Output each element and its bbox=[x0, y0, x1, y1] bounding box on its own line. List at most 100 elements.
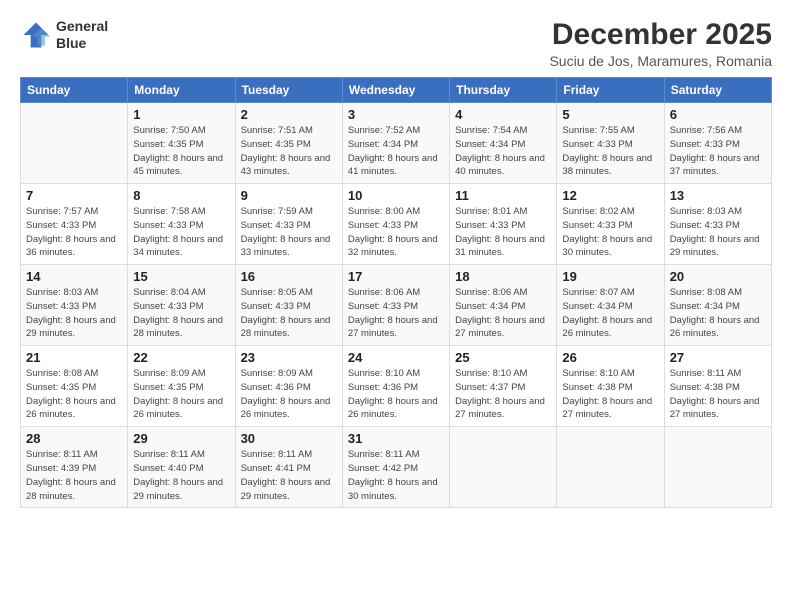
day-number: 17 bbox=[348, 269, 444, 284]
calendar-body: 1 Sunrise: 7:50 AM Sunset: 4:35 PM Daylig… bbox=[21, 103, 772, 508]
week-row: 1 Sunrise: 7:50 AM Sunset: 4:35 PM Daylig… bbox=[21, 103, 772, 184]
calendar-table: Sunday Monday Tuesday Wednesday Thursday… bbox=[20, 77, 772, 508]
day-info: Sunrise: 8:09 AM Sunset: 4:35 PM Dayligh… bbox=[133, 367, 229, 422]
calendar-cell: 20Sunrise: 8:08 AM Sunset: 4:34 PM Dayli… bbox=[664, 265, 771, 346]
day-info: Sunrise: 7:56 AM Sunset: 4:33 PM Dayligh… bbox=[670, 124, 766, 179]
day-info: Sunrise: 7:51 AM Sunset: 4:35 PM Dayligh… bbox=[241, 124, 337, 179]
day-number: 31 bbox=[348, 431, 444, 446]
day-number: 7 bbox=[26, 188, 122, 203]
calendar-cell: 11 Sunrise: 8:01 AM Sunset: 4:33 PM Dayli… bbox=[450, 184, 557, 265]
page: General Blue December 2025 Suciu de Jos,… bbox=[0, 0, 792, 612]
day-number: 19 bbox=[562, 269, 658, 284]
day-number: 27 bbox=[670, 350, 766, 365]
day-info: Sunrise: 8:06 AM Sunset: 4:34 PM Dayligh… bbox=[455, 286, 551, 341]
day-info: Sunrise: 8:11 AM Sunset: 4:39 PM Dayligh… bbox=[26, 448, 122, 503]
day-info: Sunrise: 8:03 AM Sunset: 4:33 PM Dayligh… bbox=[670, 205, 766, 260]
day-info: Sunrise: 7:59 AM Sunset: 4:33 PM Dayligh… bbox=[241, 205, 337, 260]
day-info: Sunrise: 7:52 AM Sunset: 4:34 PM Dayligh… bbox=[348, 124, 444, 179]
day-info: Sunrise: 8:10 AM Sunset: 4:37 PM Dayligh… bbox=[455, 367, 551, 422]
calendar-cell: 25 Sunrise: 8:10 AM Sunset: 4:37 PM Dayli… bbox=[450, 346, 557, 427]
calendar-cell bbox=[664, 427, 771, 508]
day-number: 30 bbox=[241, 431, 337, 446]
col-wednesday: Wednesday bbox=[342, 78, 449, 103]
calendar-cell: 30 Sunrise: 8:11 AM Sunset: 4:41 PM Dayli… bbox=[235, 427, 342, 508]
day-info: Sunrise: 8:02 AM Sunset: 4:33 PM Dayligh… bbox=[562, 205, 658, 260]
calendar-header: Sunday Monday Tuesday Wednesday Thursday… bbox=[21, 78, 772, 103]
col-monday: Monday bbox=[128, 78, 235, 103]
day-info: Sunrise: 7:54 AM Sunset: 4:34 PM Dayligh… bbox=[455, 124, 551, 179]
day-number: 15 bbox=[133, 269, 229, 284]
calendar-cell: 29Sunrise: 8:11 AM Sunset: 4:40 PM Dayli… bbox=[128, 427, 235, 508]
calendar-cell: 10 Sunrise: 8:00 AM Sunset: 4:33 PM Dayli… bbox=[342, 184, 449, 265]
calendar-cell bbox=[21, 103, 128, 184]
day-number: 9 bbox=[241, 188, 337, 203]
day-info: Sunrise: 7:57 AM Sunset: 4:33 PM Dayligh… bbox=[26, 205, 122, 260]
logo-text: General Blue bbox=[56, 18, 108, 52]
day-number: 2 bbox=[241, 107, 337, 122]
week-row: 28Sunrise: 8:11 AM Sunset: 4:39 PM Dayli… bbox=[21, 427, 772, 508]
day-info: Sunrise: 8:06 AM Sunset: 4:33 PM Dayligh… bbox=[348, 286, 444, 341]
calendar-cell: 18Sunrise: 8:06 AM Sunset: 4:34 PM Dayli… bbox=[450, 265, 557, 346]
calendar-title: December 2025 bbox=[549, 18, 772, 51]
day-info: Sunrise: 8:10 AM Sunset: 4:38 PM Dayligh… bbox=[562, 367, 658, 422]
calendar-cell: 17 Sunrise: 8:06 AM Sunset: 4:33 PM Dayli… bbox=[342, 265, 449, 346]
col-sunday: Sunday bbox=[21, 78, 128, 103]
day-info: Sunrise: 8:11 AM Sunset: 4:40 PM Dayligh… bbox=[133, 448, 229, 503]
calendar-cell bbox=[557, 427, 664, 508]
day-info: Sunrise: 8:11 AM Sunset: 4:42 PM Dayligh… bbox=[348, 448, 444, 503]
day-info: Sunrise: 8:05 AM Sunset: 4:33 PM Dayligh… bbox=[241, 286, 337, 341]
day-number: 24 bbox=[348, 350, 444, 365]
day-info: Sunrise: 8:11 AM Sunset: 4:41 PM Dayligh… bbox=[241, 448, 337, 503]
day-info: Sunrise: 7:50 AM Sunset: 4:35 PM Dayligh… bbox=[133, 124, 229, 179]
day-info: Sunrise: 8:04 AM Sunset: 4:33 PM Dayligh… bbox=[133, 286, 229, 341]
calendar-cell: 1 Sunrise: 7:50 AM Sunset: 4:35 PM Daylig… bbox=[128, 103, 235, 184]
calendar-cell: 7 Sunrise: 7:57 AM Sunset: 4:33 PM Daylig… bbox=[21, 184, 128, 265]
logo-icon bbox=[20, 19, 52, 51]
col-friday: Friday bbox=[557, 78, 664, 103]
day-number: 23 bbox=[241, 350, 337, 365]
day-number: 5 bbox=[562, 107, 658, 122]
calendar-cell: 5 Sunrise: 7:55 AM Sunset: 4:33 PM Daylig… bbox=[557, 103, 664, 184]
day-number: 13 bbox=[670, 188, 766, 203]
day-info: Sunrise: 8:11 AM Sunset: 4:38 PM Dayligh… bbox=[670, 367, 766, 422]
logo: General Blue bbox=[20, 18, 108, 52]
day-info: Sunrise: 8:08 AM Sunset: 4:35 PM Dayligh… bbox=[26, 367, 122, 422]
day-number: 1 bbox=[133, 107, 229, 122]
calendar-cell: 28Sunrise: 8:11 AM Sunset: 4:39 PM Dayli… bbox=[21, 427, 128, 508]
col-thursday: Thursday bbox=[450, 78, 557, 103]
calendar-cell: 24 Sunrise: 8:10 AM Sunset: 4:36 PM Dayli… bbox=[342, 346, 449, 427]
week-row: 21 Sunrise: 8:08 AM Sunset: 4:35 PM Dayli… bbox=[21, 346, 772, 427]
week-row: 7 Sunrise: 7:57 AM Sunset: 4:33 PM Daylig… bbox=[21, 184, 772, 265]
day-number: 11 bbox=[455, 188, 551, 203]
day-number: 8 bbox=[133, 188, 229, 203]
calendar-cell: 31 Sunrise: 8:11 AM Sunset: 4:42 PM Dayli… bbox=[342, 427, 449, 508]
day-number: 22 bbox=[133, 350, 229, 365]
week-row: 14Sunrise: 8:03 AM Sunset: 4:33 PM Dayli… bbox=[21, 265, 772, 346]
day-info: Sunrise: 7:58 AM Sunset: 4:33 PM Dayligh… bbox=[133, 205, 229, 260]
day-number: 25 bbox=[455, 350, 551, 365]
day-number: 21 bbox=[26, 350, 122, 365]
day-number: 4 bbox=[455, 107, 551, 122]
day-number: 16 bbox=[241, 269, 337, 284]
calendar-subtitle: Suciu de Jos, Maramures, Romania bbox=[549, 53, 772, 69]
day-info: Sunrise: 8:00 AM Sunset: 4:33 PM Dayligh… bbox=[348, 205, 444, 260]
day-number: 26 bbox=[562, 350, 658, 365]
calendar-cell: 9 Sunrise: 7:59 AM Sunset: 4:33 PM Daylig… bbox=[235, 184, 342, 265]
day-number: 10 bbox=[348, 188, 444, 203]
header: General Blue December 2025 Suciu de Jos,… bbox=[20, 18, 772, 69]
day-number: 12 bbox=[562, 188, 658, 203]
day-number: 14 bbox=[26, 269, 122, 284]
calendar-cell: 3Sunrise: 7:52 AM Sunset: 4:34 PM Daylig… bbox=[342, 103, 449, 184]
calendar-cell: 21 Sunrise: 8:08 AM Sunset: 4:35 PM Dayli… bbox=[21, 346, 128, 427]
day-info: Sunrise: 7:55 AM Sunset: 4:33 PM Dayligh… bbox=[562, 124, 658, 179]
calendar-cell: 22 Sunrise: 8:09 AM Sunset: 4:35 PM Dayli… bbox=[128, 346, 235, 427]
header-row: Sunday Monday Tuesday Wednesday Thursday… bbox=[21, 78, 772, 103]
calendar-cell: 27 Sunrise: 8:11 AM Sunset: 4:38 PM Dayli… bbox=[664, 346, 771, 427]
day-info: Sunrise: 8:08 AM Sunset: 4:34 PM Dayligh… bbox=[670, 286, 766, 341]
day-info: Sunrise: 8:10 AM Sunset: 4:36 PM Dayligh… bbox=[348, 367, 444, 422]
col-tuesday: Tuesday bbox=[235, 78, 342, 103]
day-info: Sunrise: 8:01 AM Sunset: 4:33 PM Dayligh… bbox=[455, 205, 551, 260]
calendar-cell bbox=[450, 427, 557, 508]
calendar-cell: 13 Sunrise: 8:03 AM Sunset: 4:33 PM Dayli… bbox=[664, 184, 771, 265]
day-info: Sunrise: 8:09 AM Sunset: 4:36 PM Dayligh… bbox=[241, 367, 337, 422]
